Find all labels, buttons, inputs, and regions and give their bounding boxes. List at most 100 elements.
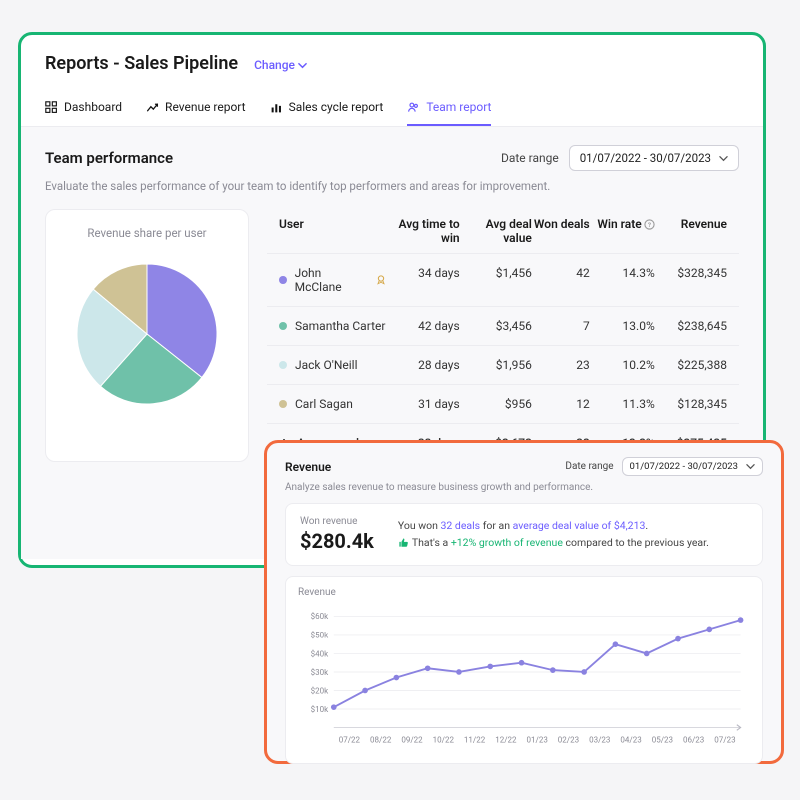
cell-winrate: 13.0% [590, 319, 655, 333]
tab-label: Sales cycle report [289, 100, 384, 114]
data-point[interactable] [456, 669, 462, 675]
user-color-dot [279, 400, 287, 408]
data-point[interactable] [706, 627, 712, 633]
revenue-section-title: Revenue [285, 460, 331, 474]
tab-dashboard[interactable]: Dashboard [45, 92, 122, 126]
revenue-date-range-select[interactable]: 01/07/2022 - 30/07/2023 [622, 457, 763, 476]
cell-revenue: $128,345 [655, 397, 727, 411]
bar-chart-icon [270, 101, 283, 114]
section-description: Evaluate the sales performance of your t… [45, 179, 739, 193]
data-point[interactable] [675, 636, 681, 642]
cell-avg-time: 42 days [387, 319, 459, 333]
user-name: John McClane [295, 266, 368, 294]
deals-link[interactable]: 32 deals [441, 519, 481, 532]
th-avg-deal: Avg deal value [460, 217, 532, 245]
date-range-value: 01/07/2022 - 30/07/2023 [630, 461, 738, 472]
x-tick-label: 05/23 [652, 736, 673, 745]
cell-avg-deal: $1,956 [460, 358, 532, 372]
revenue-summary-card: Won revenue $280.4k You won 32 deals for… [285, 503, 763, 566]
table-row[interactable]: Carl Sagan 31 days $956 12 11.3% $128,34… [267, 384, 739, 423]
data-point[interactable] [613, 641, 619, 647]
pie-title: Revenue share per user [58, 226, 236, 240]
won-revenue-label: Won revenue [300, 516, 374, 527]
y-tick-label: $50k [311, 631, 329, 640]
data-point[interactable] [519, 660, 525, 666]
th-user: User [279, 217, 387, 245]
avg-deal-link[interactable]: average deal value of $4,213 [513, 519, 646, 532]
x-tick-label: 11/22 [464, 736, 486, 745]
y-tick-label: $40k [311, 649, 329, 658]
data-point[interactable] [550, 667, 556, 673]
cell-winrate: 11.3% [590, 397, 655, 411]
cell-won: 7 [532, 319, 590, 333]
x-tick-label: 06/23 [683, 736, 704, 745]
section-title: Team performance [45, 149, 173, 167]
x-tick-label: 02/23 [558, 736, 579, 745]
table-row[interactable]: Jack O'Neill 28 days $1,956 23 10.2% $22… [267, 345, 739, 384]
revenue-chart-card: Revenue $10k$20k$30k$40k$50k$60k07/2208/… [285, 576, 763, 764]
table-header: User Avg time to win Avg deal value Won … [267, 209, 739, 253]
revenue-window: Revenue Date range 01/07/2022 - 30/07/20… [264, 440, 784, 764]
x-tick-label: 04/23 [620, 736, 641, 745]
cell-avg-time: 31 days [387, 397, 459, 411]
date-range-label: Date range [565, 461, 613, 472]
date-range-label: Date range [501, 151, 559, 165]
data-point[interactable] [487, 664, 493, 670]
change-label: Change [254, 58, 295, 72]
table-row[interactable]: Samantha Carter 42 days $3,456 7 13.0% $… [267, 306, 739, 345]
cell-won: 23 [532, 358, 590, 372]
chevron-down-icon [746, 462, 755, 471]
page-title: Reports - Sales Pipeline [45, 53, 238, 74]
pie-card: Revenue share per user [45, 209, 249, 462]
user-color-dot [279, 276, 287, 284]
tab-team-report[interactable]: Team report [407, 92, 491, 126]
cell-avg-time: 28 days [387, 358, 459, 372]
y-tick-label: $10k [311, 705, 329, 714]
trend-up-icon [146, 101, 159, 114]
growth-value: +12% growth of revenue [451, 536, 563, 549]
data-point[interactable] [394, 675, 400, 681]
data-point[interactable] [644, 651, 650, 657]
x-tick-label: 03/23 [589, 736, 610, 745]
medal-icon [375, 274, 387, 286]
x-tick-label: 08/22 [370, 736, 392, 745]
revenue-summary-text: You won 32 deals for an average deal val… [398, 518, 709, 552]
x-tick-label: 09/22 [401, 736, 423, 745]
chevron-down-icon [298, 61, 307, 70]
data-point[interactable] [362, 688, 368, 694]
revenue-line-chart: $10k$20k$30k$40k$50k$60k07/2208/2209/221… [298, 602, 750, 757]
data-point[interactable] [581, 669, 587, 675]
users-icon [407, 101, 420, 114]
thumbs-up-icon [398, 537, 409, 548]
x-tick-label: 07/23 [714, 736, 735, 745]
user-color-dot [279, 361, 287, 369]
data-point[interactable] [738, 617, 744, 623]
x-tick-label: 10/22 [433, 736, 455, 745]
cell-winrate: 14.3% [590, 266, 655, 294]
header: Reports - Sales Pipeline Change [21, 35, 763, 84]
tab-revenue-report[interactable]: Revenue report [146, 92, 246, 126]
user-color-dot [279, 322, 287, 330]
date-range-group: Date range 01/07/2022 - 30/07/2023 [501, 145, 739, 171]
cell-won: 12 [532, 397, 590, 411]
cell-avg-time: 34 days [387, 266, 459, 294]
y-tick-label: $30k [311, 668, 329, 677]
won-revenue-amount: $280.4k [300, 529, 374, 553]
change-report-link[interactable]: Change [254, 58, 307, 72]
chart-title: Revenue [298, 587, 750, 598]
date-range-select[interactable]: 01/07/2022 - 30/07/2023 [569, 145, 739, 171]
cell-revenue: $238,645 [655, 319, 727, 333]
cell-revenue: $328,345 [655, 266, 727, 294]
tab-sales-cycle-report[interactable]: Sales cycle report [270, 92, 384, 126]
revenue-date-range-group: Date range 01/07/2022 - 30/07/2023 [565, 457, 763, 476]
th-avg-time: Avg time to win [387, 217, 459, 245]
th-revenue: Revenue [655, 217, 727, 245]
table-row[interactable]: John McClane 34 days $1,456 42 14.3% $32… [267, 253, 739, 306]
help-icon[interactable]: ? [644, 219, 655, 230]
y-tick-label: $60k [311, 612, 329, 621]
cell-won: 42 [532, 266, 590, 294]
data-point[interactable] [425, 665, 431, 671]
data-point[interactable] [331, 704, 337, 710]
user-name: Samantha Carter [295, 319, 385, 333]
cell-avg-deal: $3,456 [460, 319, 532, 333]
